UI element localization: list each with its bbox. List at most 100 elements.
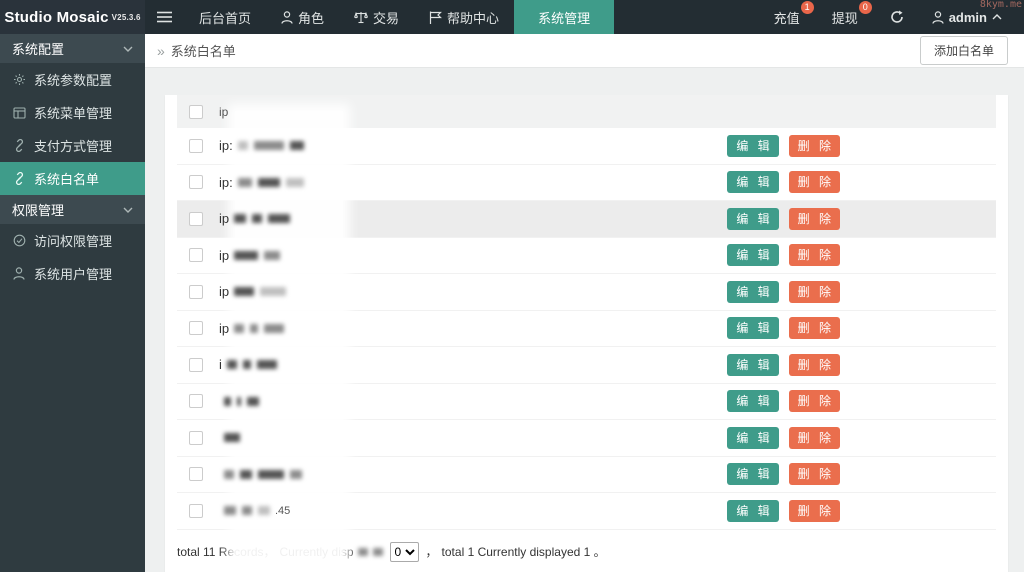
select-all-checkbox[interactable] [189,104,203,119]
brand-version: V25.3.6 [111,12,141,22]
refresh-button[interactable] [874,0,920,34]
main-nav: 后台首页 角色 交易 帮助中心 系统管理 [145,0,615,34]
nav-label: 角色 [298,10,325,26]
delete-button[interactable]: 删 除 [788,317,840,340]
nav-item-home[interactable]: 后台首页 [184,0,266,34]
edit-button[interactable]: 编 辑 [727,207,779,230]
link-icon [12,139,26,152]
row-actions: 编 辑 删 除 [727,390,996,413]
page-size-select[interactable]: 0 [389,541,419,562]
main-area: » 系统白名单 添加白名单 ip ip: 编 辑 删 除 ip: 编 辑 删 除… [145,34,1024,572]
hamburger-icon [157,11,172,23]
row-checkbox[interactable] [189,394,203,409]
sidebar-section-system-config[interactable]: 系统配置 [0,34,145,63]
nav-item-trade[interactable]: 交易 [339,0,414,34]
nav-item-help[interactable]: 帮助中心 [414,0,514,34]
recharge-link[interactable]: 充值 1 [758,0,816,34]
delete-button[interactable]: 删 除 [788,463,840,486]
gear-icon [12,73,26,86]
sidebar-item-system-params[interactable]: 系统参数配置 [0,63,145,96]
delete-button[interactable]: 删 除 [788,244,840,267]
user-menu[interactable]: admin [920,10,1014,25]
sidebar-item-label: 系统菜单管理 [34,106,113,121]
ip-cell: ip [215,248,285,263]
sidebar-item-system-menu[interactable]: 系统菜单管理 [0,96,145,129]
delete-button[interactable]: 删 除 [788,426,840,449]
withdraw-link[interactable]: 提现 0 [816,0,874,34]
row-select-cell [177,138,215,153]
topbar: Studio Mosaic V25.3.6 后台首页 角色 交易 帮助中心 系统… [0,0,1024,34]
recharge-badge: 1 [800,1,814,14]
edit-button[interactable]: 编 辑 [727,499,779,522]
row-actions: 编 辑 删 除 [727,499,996,522]
nav-item-system-active[interactable]: 系统管理 [514,0,615,34]
nav-label: 系统管理 [538,10,591,26]
ip-cell: ip: [215,138,309,153]
row-select-cell [177,321,215,336]
edit-button[interactable]: 编 辑 [727,134,779,157]
section-label: 权限管理 [12,203,65,218]
delete-button[interactable]: 删 除 [788,207,840,230]
redacted-ip-value [224,506,270,516]
row-checkbox[interactable] [189,175,203,190]
row-checkbox[interactable] [189,467,203,482]
brand-logo[interactable]: Studio Mosaic V25.3.6 [0,0,145,34]
nav-label: 交易 [373,10,400,26]
row-checkbox[interactable] [189,503,203,518]
row-select-cell [177,284,215,299]
row-select-cell [177,357,215,372]
sidebar-item-label: 系统用户管理 [34,267,113,282]
edit-button[interactable]: 编 辑 [727,353,779,376]
nav-item-roles[interactable]: 角色 [266,0,339,34]
row-checkbox[interactable] [189,321,203,336]
edit-button[interactable]: 编 辑 [727,390,779,413]
row-checkbox[interactable] [189,248,203,263]
row-checkbox[interactable] [189,211,203,226]
edit-button[interactable]: 编 辑 [727,244,779,267]
row-checkbox[interactable] [189,357,203,372]
ip-label: ip [219,320,230,336]
delete-button[interactable]: 删 除 [788,390,840,413]
sidebar-toggle-button[interactable] [145,0,184,34]
edit-button[interactable]: 编 辑 [727,171,779,194]
edit-button[interactable]: 编 辑 [727,317,779,340]
check-circle-icon [12,234,26,247]
ip-label: ip [219,284,230,300]
row-checkbox[interactable] [189,430,203,445]
person-icon [281,10,293,24]
redacted-ip-value [224,433,240,443]
refresh-icon [890,10,904,24]
edit-button[interactable]: 编 辑 [727,426,779,449]
ip-suffix: .45 [275,504,291,517]
breadcrumb: » 系统白名单 [157,41,236,60]
breadcrumb-arrows-icon: » [157,42,165,59]
delete-button[interactable]: 删 除 [788,280,840,303]
user-icon [932,10,944,24]
edit-button[interactable]: 编 辑 [727,463,779,486]
delete-button[interactable]: 删 除 [788,499,840,522]
section-label: 系统配置 [12,42,65,57]
withdraw-label: 提现 [831,10,858,26]
row-checkbox[interactable] [189,284,203,299]
sidebar-item-label: 系统白名单 [34,172,100,187]
sidebar-item-payment-methods[interactable]: 支付方式管理 [0,129,145,162]
redacted-ip-value [237,177,304,187]
delete-button[interactable]: 删 除 [788,134,840,157]
sidebar-item-system-users[interactable]: 系统用户管理 [0,257,145,290]
sidebar-item-access-permissions[interactable]: 访问权限管理 [0,224,145,257]
redacted-ip-value [234,214,291,224]
redacted-ip-value [234,287,287,297]
sidebar-item-whitelist[interactable]: 系统白名单 [0,162,145,195]
delete-button[interactable]: 删 除 [788,171,840,194]
sidebar: 系统配置 系统参数配置 系统菜单管理 支付方式管理 系统白名单 权限管理 访问权… [0,34,145,572]
select-all-cell [177,104,215,119]
delete-button[interactable]: 删 除 [788,353,840,376]
content-card: ip ip: 编 辑 删 除 ip: 编 辑 删 除 ip 编 辑 删 除 ip… [165,95,1008,572]
redacted-ip-value [224,469,302,479]
add-whitelist-button[interactable]: 添加白名单 [919,36,1008,65]
sidebar-section-permissions[interactable]: 权限管理 [0,195,145,224]
ip-cell: ip: [215,175,309,190]
edit-button[interactable]: 编 辑 [727,280,779,303]
row-checkbox[interactable] [189,138,203,153]
row-actions: 编 辑 删 除 [727,280,996,303]
